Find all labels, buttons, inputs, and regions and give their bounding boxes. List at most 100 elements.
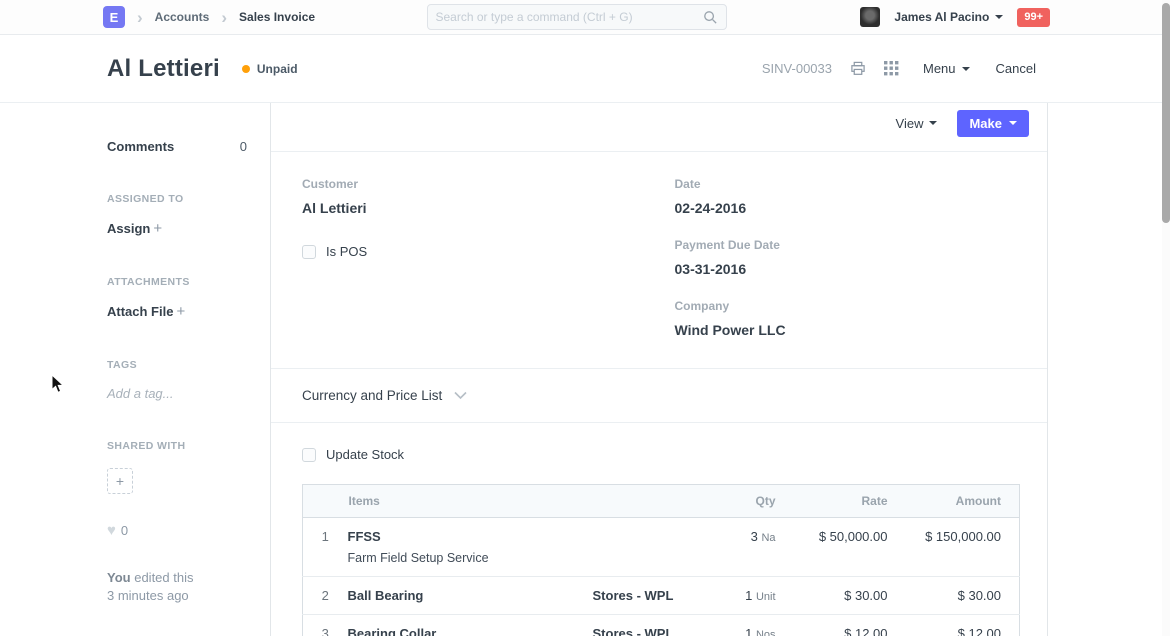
comments-count: 0 (240, 139, 247, 154)
is-pos-checkbox[interactable] (302, 245, 316, 259)
view-button[interactable]: View (896, 116, 938, 131)
comments-link[interactable]: Comments (107, 139, 174, 154)
form-toolbar: View Make (271, 103, 1047, 152)
search-icon (703, 10, 718, 25)
update-stock-checkbox[interactable] (302, 448, 316, 462)
page-scrollbar[interactable] (1162, 0, 1170, 636)
menu-button[interactable]: Menu (923, 61, 970, 76)
date-label: Date (675, 177, 1018, 191)
item-warehouse: Stores - WPL (593, 615, 718, 636)
item-amount: $ 12.00 (888, 615, 1020, 636)
payment-due-date-field[interactable]: Payment Due Date 03-31-2016 (675, 238, 1018, 277)
items-section: Update Stock Items Qty Rate Amount (271, 423, 1047, 636)
company-value[interactable]: Wind Power LLC (675, 322, 1018, 338)
qty-uom: Na (761, 532, 775, 544)
chevron-down-icon (929, 121, 937, 125)
date-field[interactable]: Date 02-24-2016 (675, 177, 1018, 216)
date-value[interactable]: 02-24-2016 (675, 200, 1018, 216)
grid-view-icon[interactable] (884, 61, 899, 76)
table-row[interactable]: 1 FFSS Farm Field Setup Service 3 Na $ 5… (303, 518, 1020, 577)
row-index: 2 (303, 577, 348, 615)
item-description: Farm Field Setup Service (348, 551, 593, 565)
add-share-button[interactable]: + (107, 468, 133, 494)
item-code[interactable]: FFSS (348, 529, 593, 544)
item-code[interactable]: Ball Bearing (348, 588, 593, 603)
form-sidebar: Comments 0 ASSIGNED TO Assign+ ATTACHMEN… (107, 103, 270, 636)
company-field[interactable]: Company Wind Power LLC (675, 299, 1018, 338)
chevron-down-icon (995, 15, 1003, 19)
attachments-label: ATTACHMENTS (107, 276, 247, 288)
plus-icon: + (153, 220, 162, 237)
attach-file-label: Attach File (107, 304, 173, 319)
item-qty: 1 Nos (718, 615, 776, 636)
view-button-label: View (896, 116, 924, 131)
chevron-right-icon: › (221, 9, 227, 26)
col-items: Items (348, 485, 593, 518)
customer-label: Customer (302, 177, 645, 191)
col-qty: Qty (718, 485, 776, 518)
col-warehouse (593, 485, 718, 518)
update-stock-label: Update Stock (326, 447, 404, 462)
page-title: Al Lettieri (107, 55, 220, 83)
table-row[interactable]: 2 Ball Bearing Stores - WPL 1 Unit $ 30.… (303, 577, 1020, 615)
assign-button[interactable]: Assign+ (107, 220, 247, 237)
row-index: 1 (303, 518, 348, 577)
user-avatar[interactable] (860, 7, 880, 27)
activity-actor: You (107, 570, 131, 585)
add-tag-input[interactable]: Add a tag... (107, 386, 247, 401)
attach-file-button[interactable]: Attach File+ (107, 303, 247, 320)
user-menu[interactable]: James Al Pacino (894, 10, 1003, 24)
item-code[interactable]: Bearing Collar (348, 626, 593, 636)
qty-value: 1 (745, 588, 752, 603)
likes-count: 0 (121, 523, 128, 538)
search-input[interactable] (436, 10, 703, 24)
item-rate: $ 50,000.00 (776, 518, 888, 577)
is-pos-field[interactable]: Is POS (302, 244, 645, 259)
status-badge: Unpaid (242, 62, 298, 76)
chevron-down-icon (1009, 121, 1017, 125)
cancel-button[interactable]: Cancel (996, 61, 1036, 76)
item-qty: 1 Unit (718, 577, 776, 615)
assigned-to-label: ASSIGNED TO (107, 193, 247, 205)
is-pos-label: Is POS (326, 244, 367, 259)
items-table-header: Items Qty Rate Amount (303, 485, 1020, 518)
breadcrumb: E › Accounts › Sales Invoice (103, 6, 427, 28)
app-logo[interactable]: E (103, 6, 125, 28)
breadcrumb-sales-invoice[interactable]: Sales Invoice (239, 10, 315, 24)
item-rate: $ 30.00 (776, 577, 888, 615)
col-rate: Rate (776, 485, 888, 518)
item-amount: $ 150,000.00 (888, 518, 1020, 577)
customer-field[interactable]: Customer Al Lettieri (302, 177, 645, 216)
activity-action: edited this (134, 570, 193, 585)
heart-icon[interactable]: ♥ (107, 522, 116, 539)
form-layout: View Make Customer Al Lettieri Is POS (270, 103, 1048, 636)
currency-section-label: Currency and Price List (302, 388, 442, 403)
table-row[interactable]: 3 Bearing Collar Stores - WPL 1 Nos $ 12… (303, 615, 1020, 636)
breadcrumb-accounts[interactable]: Accounts (155, 10, 210, 24)
col-idx (303, 485, 348, 518)
document-name: SINV-00033 (762, 61, 832, 76)
user-name-label: James Al Pacino (894, 10, 989, 24)
print-icon[interactable] (850, 61, 866, 76)
tags-label: TAGS (107, 359, 247, 371)
menu-button-label: Menu (923, 61, 956, 76)
notifications-badge[interactable]: 99+ (1017, 8, 1050, 27)
update-stock-field[interactable]: Update Stock (302, 447, 1017, 462)
scrollbar-thumb[interactable] (1162, 3, 1170, 223)
col-amount: Amount (888, 485, 1020, 518)
cancel-button-label: Cancel (996, 61, 1036, 76)
customer-value[interactable]: Al Lettieri (302, 200, 645, 216)
item-amount: $ 30.00 (888, 577, 1020, 615)
item-warehouse (593, 518, 718, 577)
global-search[interactable] (427, 4, 727, 30)
item-qty: 3 Na (718, 518, 776, 577)
navbar: E › Accounts › Sales Invoice James Al Pa… (0, 0, 1170, 35)
invoice-details-section: Customer Al Lettieri Is POS Date 02-24-2… (271, 152, 1047, 369)
make-button[interactable]: Make (957, 110, 1029, 137)
items-table: Items Qty Rate Amount 1 FFSS Farm Field … (302, 484, 1020, 636)
payment-due-date-value[interactable]: 03-31-2016 (675, 261, 1018, 277)
activity-entry: You edited this 3 minutes ago (107, 569, 247, 604)
item-rate: $ 12.00 (776, 615, 888, 636)
qty-value: 3 (751, 529, 758, 544)
currency-price-list-section-toggle[interactable]: Currency and Price List (271, 369, 1047, 423)
